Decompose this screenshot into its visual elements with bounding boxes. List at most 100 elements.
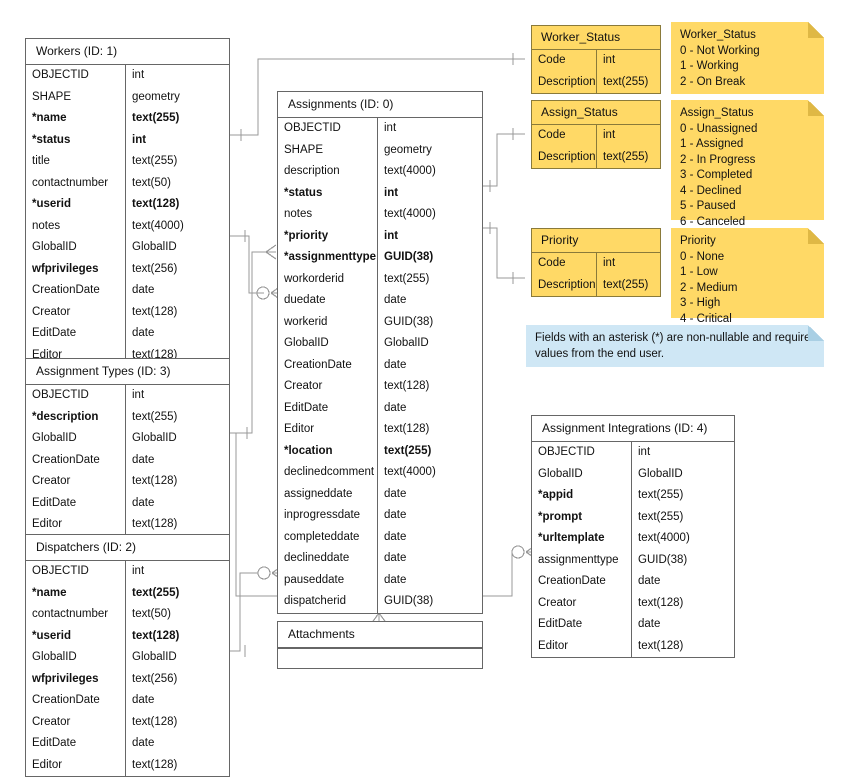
field-type: date [384, 358, 407, 371]
field-name: GlobalID [26, 647, 126, 669]
field-name: GlobalID [26, 237, 126, 259]
domain-table-assign-status[interactable]: Assign_Status Code int Description text(255… [531, 100, 661, 170]
table-row: inprogressdate date [278, 505, 482, 527]
table-row: OBJECTID int [26, 385, 229, 407]
field-type: date [384, 509, 407, 522]
note-priority-title: Priority [680, 235, 716, 247]
field-type: text(255) [603, 278, 649, 291]
field-name: description [278, 161, 378, 183]
field-type: text(255) [603, 150, 649, 163]
field-type: text(128) [132, 475, 178, 488]
field-name: inprogressdate [278, 505, 378, 527]
field-type: date [384, 573, 407, 586]
field-type: GlobalID [384, 337, 429, 350]
note-line: 0 - Not Working [680, 44, 760, 57]
field-name: OBJECTID [26, 561, 126, 583]
note-priority[interactable]: Priority 0 - None 1 - Low 2 - Medium 3 - Hi… [671, 228, 824, 325]
field-name: GlobalID [278, 333, 378, 355]
field-name: workorderid [278, 268, 378, 291]
field-type: GUID(38) [384, 315, 434, 328]
field-name: OBJECTID [26, 65, 126, 87]
domain-priority-title: Priority [532, 229, 660, 254]
field-name: assigneddate [278, 483, 378, 506]
field-name: *userid [26, 625, 126, 648]
field-name: wfprivileges [26, 668, 126, 691]
table-dispatchers-title: Dispatchers (ID: 2) [26, 535, 229, 562]
table-row: Code int [532, 50, 660, 72]
field-type: GUID(38) [638, 553, 688, 566]
field-name: contactnumber [26, 172, 126, 195]
field-name: Description [532, 146, 597, 169]
field-type: text(255) [132, 112, 180, 125]
field-type: date [132, 453, 155, 466]
note-assign-status[interactable]: Assign_Status 0 - Unassigned 1 - Assigned… [671, 100, 824, 228]
table-row: Description text(255) [532, 274, 660, 297]
field-name: *status [26, 129, 126, 152]
table-attachments[interactable]: Attachments [277, 621, 483, 670]
field-type: text(256) [132, 262, 178, 275]
field-type: text(128) [384, 423, 430, 436]
field-name: EditDate [278, 397, 378, 420]
field-name: CreationDate [26, 690, 126, 712]
table-row: *prompt text(255) [532, 506, 734, 529]
field-name: Editor [26, 754, 126, 777]
field-name: Description [532, 274, 597, 297]
table-dispatchers[interactable]: Dispatchers (ID: 2) OBJECTID int *name text… [25, 534, 230, 778]
field-type: text(4000) [384, 208, 436, 221]
table-attachments-empty-row [278, 648, 482, 668]
field-name: CreationDate [26, 280, 126, 302]
field-type: GlobalID [132, 432, 177, 445]
table-assignment-types-title: Assignment Types (ID: 3) [26, 359, 229, 386]
table-row: *status int [278, 182, 482, 205]
field-type: int [384, 122, 397, 135]
field-type: GlobalID [132, 241, 177, 254]
table-row: GlobalID GlobalID [26, 237, 229, 259]
table-row: Description text(255) [532, 146, 660, 169]
table-row: *assignmenttype GUID(38) [278, 247, 482, 269]
table-row: SHAPE geometry [278, 139, 482, 162]
table-attachments-title: Attachments [278, 622, 482, 649]
table-row: notes text(4000) [278, 204, 482, 226]
table-row: CreationDate date [26, 449, 229, 472]
domain-table-worker-status[interactable]: Worker_Status Code int Description text(255… [531, 25, 661, 95]
field-type: text(128) [132, 305, 178, 318]
table-assignment-types[interactable]: Assignment Types (ID: 3) OBJECTID int *des… [25, 358, 230, 537]
field-name: notes [26, 215, 126, 238]
field-name: CreationDate [532, 571, 632, 593]
field-name: OBJECTID [532, 442, 632, 464]
field-type: GUID(38) [384, 595, 434, 608]
field-type: text(128) [638, 639, 684, 652]
field-type: int [603, 257, 616, 270]
table-row: OBJECTID int [26, 561, 229, 583]
table-workers[interactable]: Workers (ID: 1) OBJECTID int SHAPE geometry… [25, 38, 230, 368]
field-type: date [638, 618, 661, 631]
table-row: EditDate date [26, 733, 229, 755]
table-row: wfprivileges text(256) [26, 258, 229, 281]
domain-table-priority[interactable]: Priority Code int Description text(255) [531, 228, 661, 298]
field-name: *userid [26, 194, 126, 216]
note-worker-status[interactable]: Worker_Status 0 - Not Working 1 - Working… [671, 22, 824, 94]
field-name: duedate [278, 290, 378, 312]
field-name: GlobalID [26, 428, 126, 450]
note-asterisk-lines: Fields with an asterisk (*) are non-null… [535, 331, 815, 362]
field-type: text(128) [384, 380, 430, 393]
field-name: CreationDate [26, 449, 126, 472]
field-name: *name [26, 108, 126, 130]
note-line: 2 - Medium [680, 281, 738, 294]
table-assignment-integrations[interactable]: Assignment Integrations (ID: 4) OBJECTID… [531, 415, 735, 659]
table-row: *name text(255) [26, 582, 229, 605]
table-assignments[interactable]: Assignments (ID: 0) OBJECTID int SHAPE geom… [277, 91, 483, 614]
field-name: *appid [532, 485, 632, 507]
field-type: int [132, 565, 145, 578]
field-name: EditDate [26, 323, 126, 345]
table-row: GlobalID GlobalID [278, 333, 482, 355]
table-row: *priority int [278, 225, 482, 248]
field-name: wfprivileges [26, 258, 126, 281]
field-name: EditDate [26, 733, 126, 755]
field-type: date [132, 496, 155, 509]
note-asterisk-legend[interactable]: Fields with an asterisk (*) are non-null… [526, 325, 824, 367]
table-row: CreationDate date [278, 354, 482, 377]
note-assign-status-lines: 0 - Unassigned 1 - Assigned 2 - In Progres… [680, 122, 815, 231]
table-assignment-types-fields: OBJECTID int *description text(255) GlobalID… [26, 385, 229, 536]
field-name: assignmenttype [532, 549, 632, 572]
